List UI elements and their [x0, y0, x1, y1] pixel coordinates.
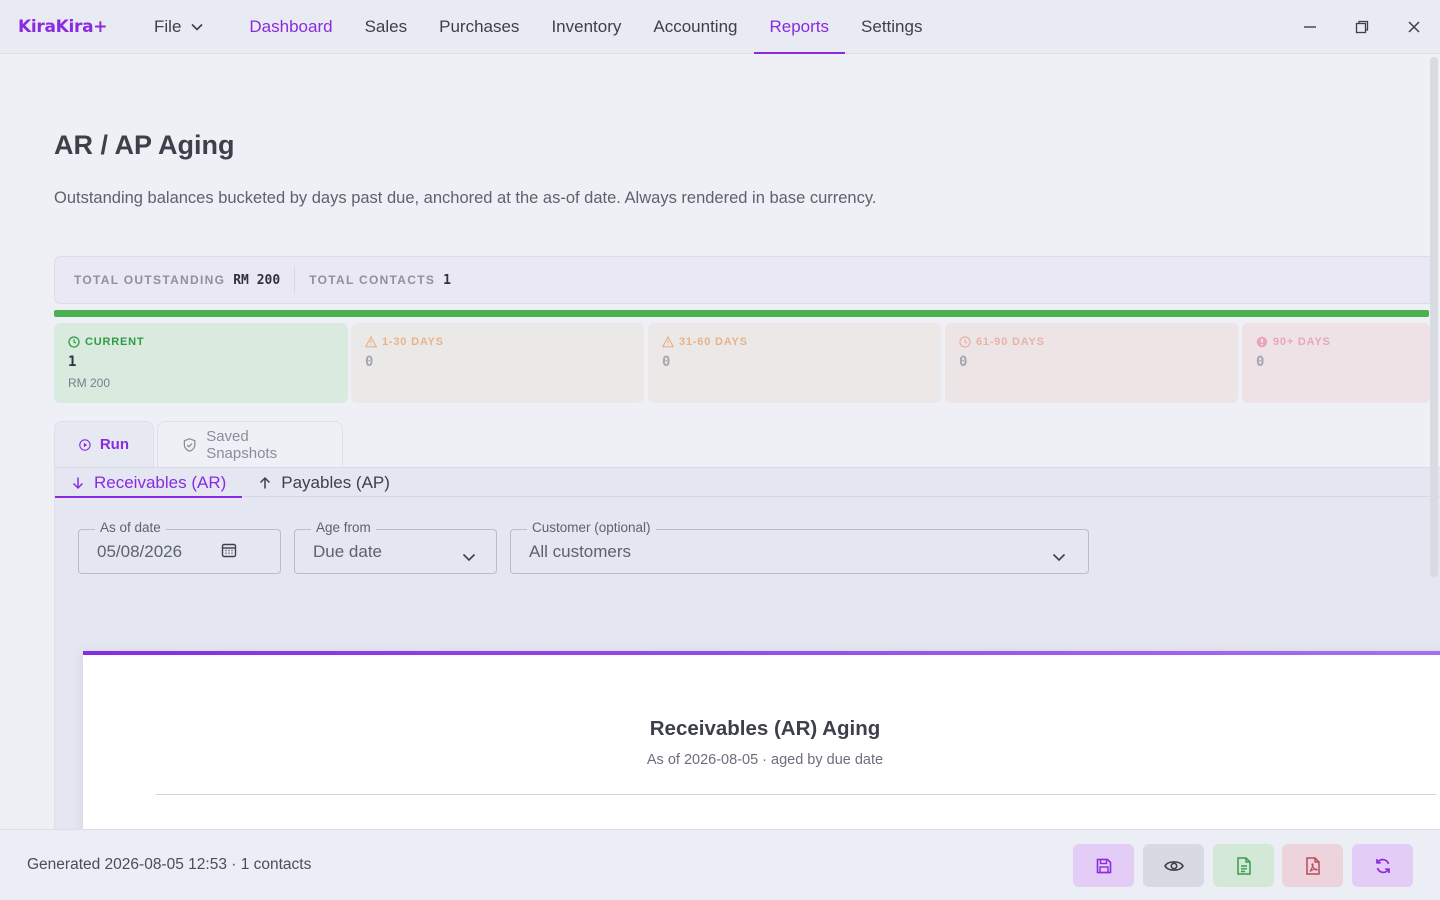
bucket-31-60-count: 0	[662, 354, 671, 370]
as-of-date-label: As of date	[95, 520, 166, 535]
tab-run-label: Run	[99, 436, 129, 453]
restore-icon	[1355, 20, 1369, 34]
footer-bar: Generated 2026-08-05 12:53 · 1 contacts	[0, 829, 1440, 900]
bucket-90-plus-count: 0	[1256, 354, 1265, 370]
bucket-61-90-label: 61-90 DAYS	[976, 336, 1045, 348]
menu-file[interactable]: File	[154, 0, 233, 54]
bucket-current-label: CURRENT	[85, 336, 145, 348]
menu-file-label: File	[154, 17, 182, 36]
subtab-payables-label: Payables (AP)	[281, 472, 390, 492]
subtab-payables[interactable]: Payables (AP)	[242, 468, 406, 497]
warning-icon	[365, 336, 377, 348]
refresh-icon	[1375, 858, 1390, 873]
summary-divider	[294, 267, 296, 293]
subtab-receivables[interactable]: Receivables (AR)	[55, 468, 243, 498]
save-snapshot-button[interactable]	[1073, 844, 1134, 887]
menu-dashboard[interactable]: Dashboard	[233, 0, 348, 54]
chevron-down-icon	[462, 547, 476, 567]
menu-accounting[interactable]: Accounting	[637, 0, 753, 54]
play-circle-icon	[79, 438, 91, 451]
customer-label: Customer (optional)	[527, 520, 656, 535]
as-of-date-field[interactable]: As of date 05/08/2026	[78, 520, 281, 574]
bucket-90-plus[interactable]: 90+ DAYS 0	[1242, 323, 1430, 403]
menu-settings[interactable]: Settings	[845, 0, 938, 54]
page-description: Outstanding balances bucketed by days pa…	[54, 189, 877, 207]
page-scrollbar[interactable]	[1430, 57, 1438, 577]
clock-icon	[68, 336, 80, 348]
bucket-61-90[interactable]: 61-90 DAYS 0	[945, 323, 1238, 403]
age-from-label: Age from	[311, 520, 376, 535]
aging-distribution-bar	[54, 310, 1429, 317]
preview-button[interactable]	[1143, 844, 1204, 887]
bucket-1-30-count: 0	[365, 354, 374, 370]
chevron-down-icon	[191, 20, 203, 34]
close-button[interactable]	[1394, 0, 1434, 54]
arrow-up-icon	[260, 476, 271, 488]
bucket-31-60[interactable]: 31-60 DAYS 0	[648, 323, 941, 403]
shield-check-icon	[183, 437, 196, 452]
menu-sales[interactable]: Sales	[349, 0, 424, 54]
customer-select[interactable]: Customer (optional) All customers	[510, 520, 1089, 574]
subtab-receivables-label: Receivables (AR)	[94, 472, 227, 492]
title-bar: KiraKira+ File Dashboard Sales Purchases…	[0, 0, 1440, 54]
age-from-value: Due date	[313, 541, 382, 561]
menu-inventory[interactable]: Inventory	[535, 0, 637, 54]
minimize-button[interactable]	[1290, 0, 1330, 54]
file-text-icon	[1236, 856, 1251, 875]
menu-purchases[interactable]: Purchases	[423, 0, 535, 54]
page-title: AR / AP Aging	[54, 130, 235, 160]
arrow-down-icon	[72, 477, 84, 489]
main-menu: File Dashboard Sales Purchases Inventory…	[154, 0, 938, 54]
report-accent-bar	[83, 651, 1440, 655]
as-of-date-value: 05/08/2026	[97, 541, 183, 561]
total-contacts-value: 1	[443, 272, 451, 288]
total-contacts-label: TOTAL CONTACTS	[309, 273, 436, 287]
refresh-button[interactable]	[1352, 844, 1413, 887]
bucket-1-30-label: 1-30 DAYS	[382, 336, 444, 348]
run-panel: Receivables (AR) Payables (AP) As of dat…	[54, 467, 1440, 832]
restore-button[interactable]	[1342, 0, 1382, 54]
tab-run[interactable]: Run	[54, 421, 154, 467]
minimize-icon	[1304, 26, 1316, 28]
close-icon	[1408, 21, 1420, 33]
export-csv-button[interactable]	[1213, 844, 1274, 887]
report-subtitle: As of 2026-08-05 · aged by due date	[646, 752, 884, 768]
bucket-current-count: 1	[68, 354, 77, 370]
customer-value: All customers	[529, 541, 632, 561]
generated-status: Generated 2026-08-05 12:53 · 1 contacts	[27, 856, 312, 873]
bucket-current[interactable]: CURRENT 1 RM 200	[54, 323, 348, 403]
export-pdf-button[interactable]	[1282, 844, 1343, 887]
aging-buckets: CURRENT 1 RM 200 1-30 DAYS 0 31-60 DAYS …	[54, 323, 1434, 403]
clock-icon	[959, 336, 971, 348]
eye-icon	[1163, 860, 1184, 871]
bucket-61-90-count: 0	[959, 354, 968, 370]
summary-bar: TOTAL OUTSTANDING RM 200 TOTAL CONTACTS …	[54, 256, 1434, 304]
report-title: Receivables (AR) Aging	[649, 717, 881, 740]
bucket-current-amount: RM 200	[68, 376, 111, 390]
report-tabs: Run Saved Snapshots	[54, 421, 346, 467]
warning-icon	[662, 336, 674, 348]
report-preview: Receivables (AR) Aging As of 2026-08-05 …	[83, 651, 1440, 832]
report-divider	[156, 794, 1436, 795]
total-outstanding-value: RM 200	[233, 272, 281, 288]
age-from-select[interactable]: Age from Due date	[294, 520, 497, 574]
bucket-90-plus-label: 90+ DAYS	[1273, 336, 1331, 348]
menu-reports[interactable]: Reports	[753, 0, 846, 54]
chevron-down-icon	[1052, 547, 1066, 567]
calendar-icon[interactable]	[221, 542, 237, 563]
alert-circle-icon	[1256, 336, 1268, 348]
direction-tabs: Receivables (AR) Payables (AP)	[55, 468, 1440, 498]
bucket-31-60-label: 31-60 DAYS	[679, 336, 748, 348]
total-outstanding-label: TOTAL OUTSTANDING	[74, 273, 226, 287]
save-icon	[1096, 858, 1111, 873]
file-pdf-icon	[1305, 856, 1320, 875]
tab-saved-snapshots-label: Saved Snapshots	[206, 427, 278, 462]
bucket-1-30[interactable]: 1-30 DAYS 0	[351, 323, 644, 403]
app-logo: KiraKira+	[18, 17, 108, 37]
tab-saved-snapshots[interactable]: Saved Snapshots	[157, 421, 343, 467]
